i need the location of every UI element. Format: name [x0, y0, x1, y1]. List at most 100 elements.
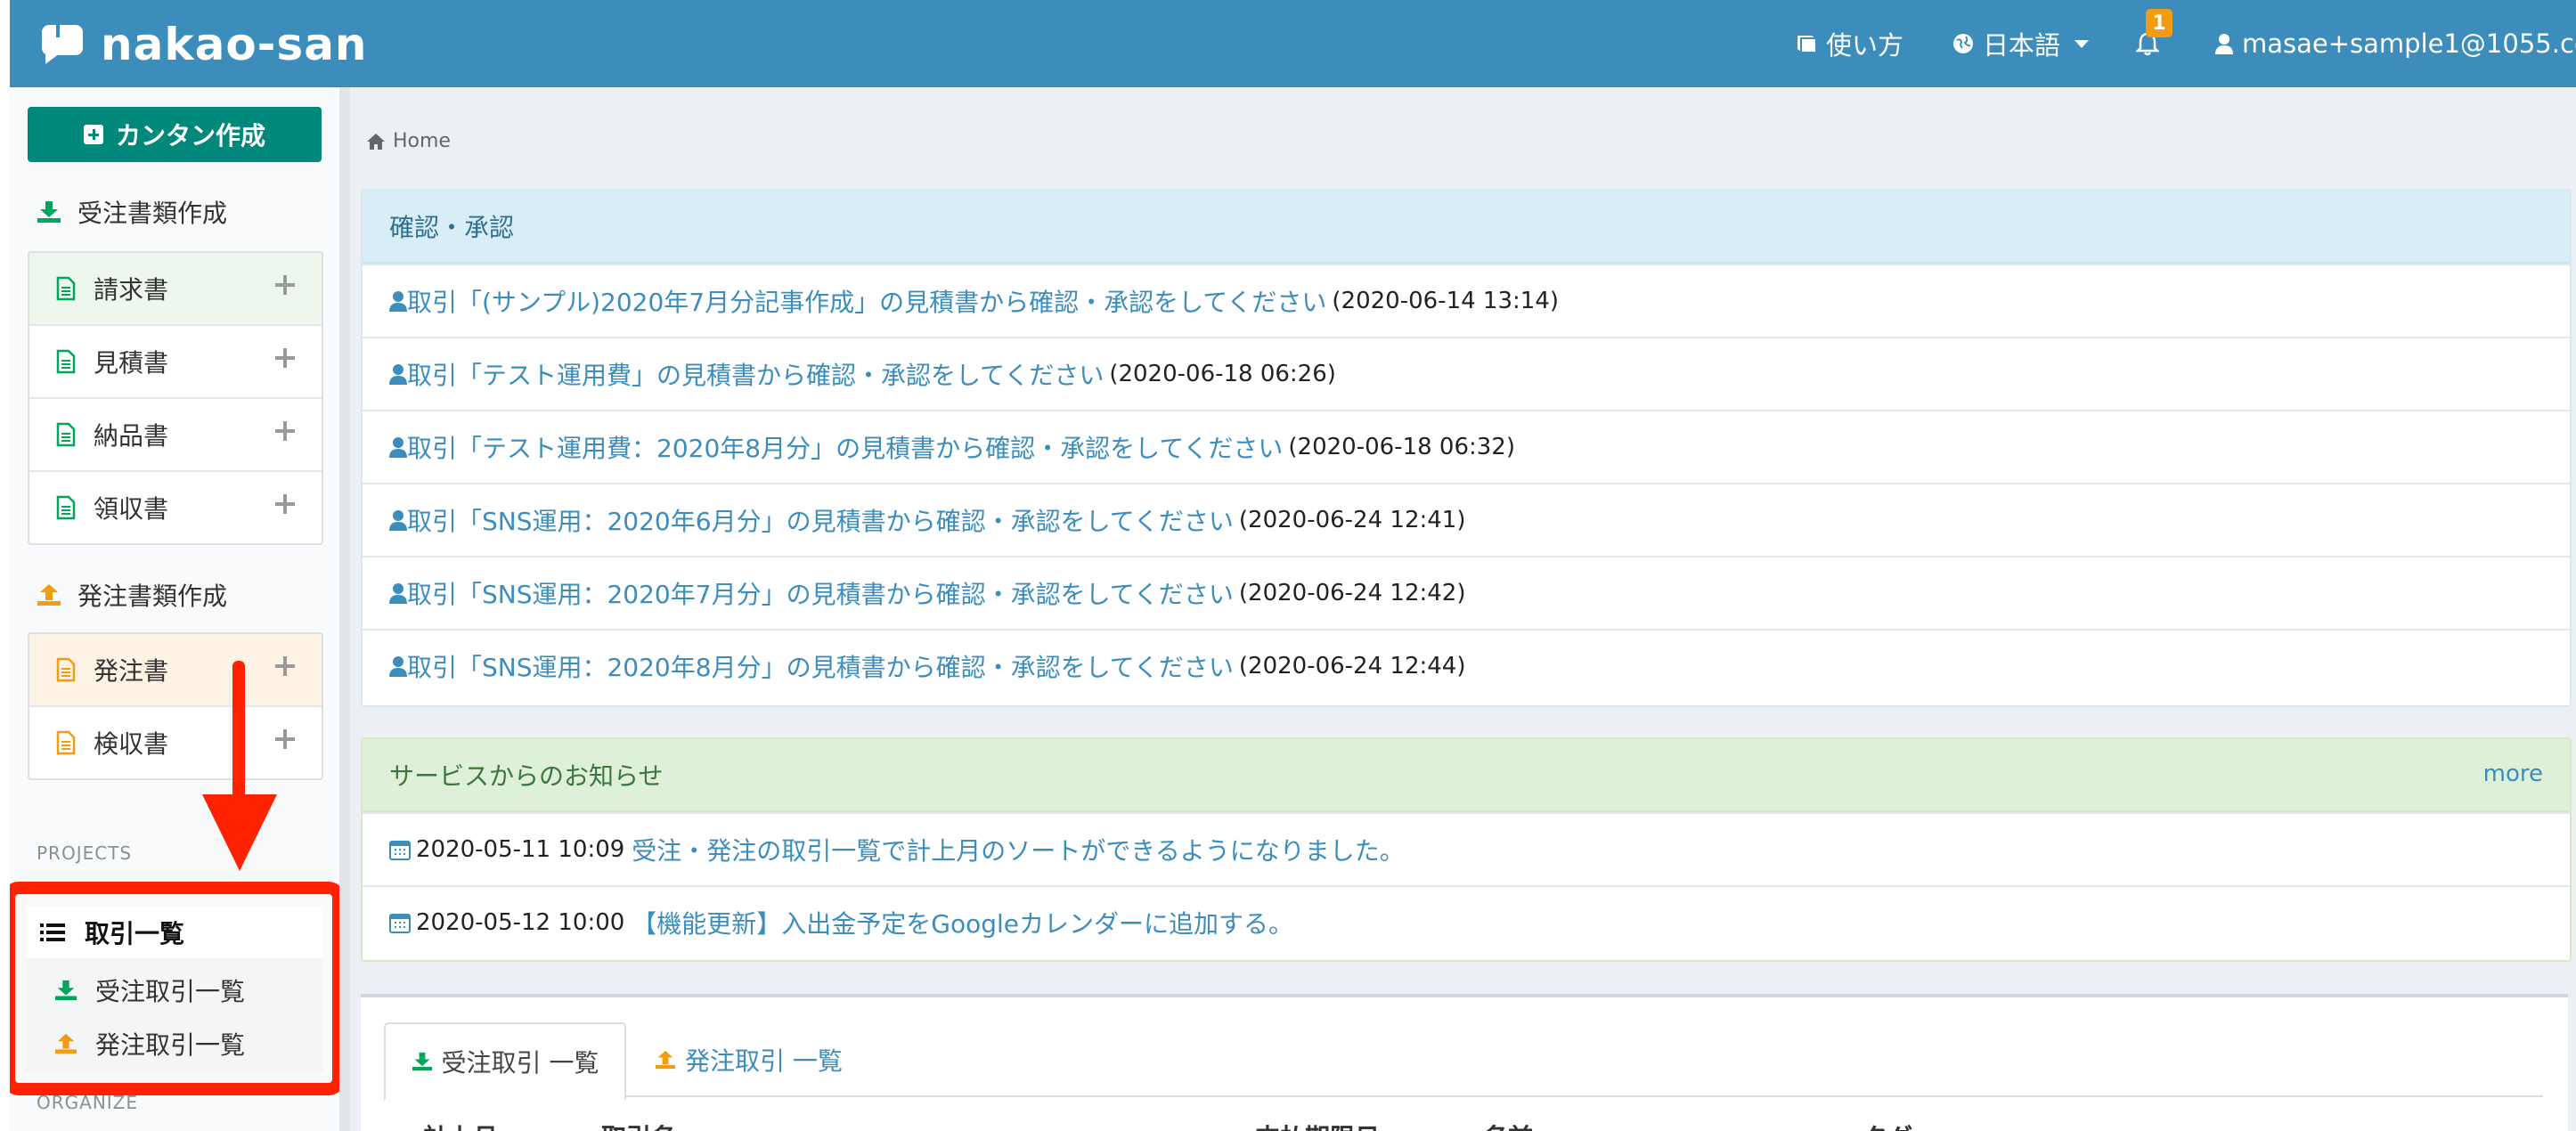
sidebar-item-label: 発注書 [94, 656, 169, 686]
app-logo[interactable]: nakao-san [40, 19, 368, 70]
sidebar-item-quotation[interactable]: 見積書 [29, 324, 322, 397]
user-icon [389, 583, 407, 604]
help-link[interactable]: 使い方 [1794, 23, 1903, 64]
tab-label: 発注取引 一覧 [685, 1046, 843, 1076]
app-name: nakao-san [101, 19, 368, 70]
file-text-icon [56, 422, 76, 447]
file-text-icon [56, 276, 76, 301]
sidebar-item-label: 検収書 [94, 729, 169, 759]
user-icon [389, 364, 407, 385]
user-icon [2215, 34, 2233, 54]
sidebar-item-delivery-note[interactable]: 納品書 [29, 397, 322, 470]
quick-create-button[interactable]: カンタン作成 [28, 107, 322, 162]
highlight-annotation-box [10, 882, 345, 1095]
approval-link[interactable]: 取引「SNS運用：2020年8月分」の見積書から確認・承認をしてください [407, 648, 1234, 684]
approval-row[interactable]: 取引「テスト運用費」の見積書から確認・承認をしてください (2020-06-18… [363, 337, 2570, 410]
approval-row[interactable]: 取引「(サンプル)2020年7月分記事作成」の見積書から確認・承認をしてください… [363, 264, 2570, 337]
speech-bubble-logo-icon [42, 25, 83, 64]
user-menu[interactable]: masae+sample1@1055.co.jp [2215, 23, 2576, 64]
download-icon [37, 201, 61, 223]
column-header[interactable]: タグ [1863, 1119, 1912, 1131]
approval-time: (2020-06-24 12:44) [1238, 653, 1466, 679]
received-docs-section-title: 受注書類作成 [37, 192, 227, 232]
chevron-down-icon [2075, 39, 2090, 48]
calendar-icon [389, 841, 411, 860]
plus-icon[interactable] [275, 275, 295, 295]
notification-count-badge: 1 [2146, 9, 2172, 37]
section-title-label: 受注書類作成 [77, 199, 228, 228]
column-header[interactable]: 支払期限日 [1255, 1119, 1380, 1131]
received-docs-menu: 請求書 見積書 納品書 領収書 [28, 251, 323, 545]
approval-link[interactable]: 取引「SNS運用：2020年6月分」の見積書から確認・承認をしてください [407, 502, 1234, 538]
upload-icon [37, 584, 61, 606]
calendar-icon [389, 914, 411, 933]
news-row[interactable]: 2020-05-12 10:00 【機能更新】入出金予定をGoogleカレンダー… [363, 885, 2570, 958]
book-icon [1797, 36, 1815, 52]
column-header[interactable]: 名前 [1483, 1119, 1533, 1131]
file-text-icon [56, 495, 76, 520]
globe-icon [1953, 34, 1973, 53]
news-link[interactable]: 受注・発注の取引一覧で計上月のソートができるようになりました。 [632, 832, 1404, 867]
sidebar-item-label: 納品書 [94, 421, 169, 451]
plus-square-icon [83, 125, 103, 144]
approval-link[interactable]: 取引「(サンプル)2020年7月分記事作成」の見積書から確認・承認をしてください [407, 283, 1326, 319]
language-label: 日本語 [1983, 30, 2061, 61]
sidebar-item-purchase-order[interactable]: 発注書 [29, 634, 322, 705]
section-title-label: 発注書類作成 [77, 582, 228, 611]
user-email: masae+sample1@1055.co.jp [2242, 28, 2576, 59]
app-frame: nakao-san 使い方 日本語 1 masae+sample1@1055.c… [10, 0, 2576, 1131]
upload-icon [656, 1050, 675, 1070]
approval-link[interactable]: 取引「SNS運用：2020年7月分」の見積書から確認・承認をしてください [407, 575, 1234, 611]
help-label: 使い方 [1826, 30, 1904, 61]
approval-time: (2020-06-18 06:26) [1109, 361, 1336, 387]
sidebar-item-label: 見積書 [94, 348, 169, 378]
tab-received-deals[interactable]: 受注取引 一覧 [384, 1022, 626, 1101]
news-date: 2020-05-11 10:09 [416, 836, 625, 863]
plus-icon[interactable] [275, 421, 295, 441]
annotation-arrow-down-icon [202, 661, 277, 871]
top-navbar: nakao-san 使い方 日本語 1 masae+sample1@1055.c [10, 0, 2576, 87]
column-header[interactable]: 取引名 [601, 1119, 676, 1131]
approval-link[interactable]: 取引「テスト運用費：2020年8月分」の見積書から確認・承認をしてください [407, 429, 1283, 465]
column-header[interactable]: 計上月 [423, 1119, 498, 1131]
plus-icon[interactable] [275, 494, 295, 514]
approval-row[interactable]: 取引「SNS運用：2020年7月分」の見積書から確認・承認をしてください (20… [363, 556, 2570, 629]
sidebar-item-invoice[interactable]: 請求書 [29, 253, 322, 324]
sidebar-item-receipt[interactable]: 領収書 [29, 470, 322, 543]
approval-row[interactable]: 取引「SNS運用：2020年8月分」の見積書から確認・承認をしてください (20… [363, 629, 2570, 702]
plus-icon[interactable] [275, 348, 295, 368]
more-link[interactable]: more [2483, 761, 2543, 787]
sidebar: カンタン作成 受注書類作成 請求書 見積書 納品書 領収書 発注書類作成 発注書… [10, 87, 345, 1131]
panel-title: 確認・承認 [363, 191, 2570, 264]
approval-link[interactable]: 取引「テスト運用費」の見積書から確認・承認をしてください [407, 356, 1104, 392]
approval-row[interactable]: 取引「テスト運用費：2020年8月分」の見積書から確認・承認をしてください (2… [363, 410, 2570, 483]
file-text-icon [56, 730, 76, 755]
news-link[interactable]: 【機能更新】入出金予定をGoogleカレンダーに追加する。 [632, 905, 1293, 940]
news-row[interactable]: 2020-05-11 10:09 受注・発注の取引一覧で計上月のソートができるよ… [363, 812, 2570, 885]
ordering-docs-menu: 発注書 検収書 [28, 632, 323, 780]
panel-title: サービスからのお知らせ [389, 761, 664, 791]
breadcrumb[interactable]: Home [366, 130, 451, 152]
news-panel: サービスからのお知らせ more 2020-05-11 10:09 受注・発注の… [361, 737, 2572, 962]
file-text-icon [56, 349, 76, 374]
user-icon [389, 291, 407, 312]
sidebar-item-label: 請求書 [94, 275, 169, 305]
approval-row[interactable]: 取引「SNS運用：2020年6月分」の見積書から確認・承認をしてください (20… [363, 483, 2570, 556]
sidebar-border [339, 87, 350, 1131]
approval-time: (2020-06-14 13:14) [1332, 288, 1559, 314]
tab-ordering-deals[interactable]: 発注取引 一覧 [655, 1022, 843, 1097]
language-dropdown[interactable]: 日本語 [1952, 23, 2090, 64]
user-icon [389, 437, 407, 458]
approval-time: (2020-06-24 12:41) [1238, 507, 1466, 533]
news-panel-header: サービスからのお知らせ more [363, 739, 2570, 812]
ordering-docs-section-title: 発注書類作成 [37, 575, 227, 614]
plus-icon[interactable] [275, 729, 295, 749]
approval-time: (2020-06-18 06:32) [1288, 434, 1515, 460]
sidebar-item-inspection[interactable]: 検収書 [29, 705, 322, 778]
deals-tabs-panel: 受注取引 一覧 発注取引 一覧 計上月 取引名 支払期限日 名前 タグ [361, 994, 2568, 1131]
download-icon [412, 1052, 432, 1071]
plus-icon[interactable] [275, 656, 295, 676]
approval-time: (2020-06-24 12:42) [1238, 580, 1466, 606]
projects-section-label: PROJECTS [37, 842, 133, 864]
user-icon [389, 656, 407, 677]
